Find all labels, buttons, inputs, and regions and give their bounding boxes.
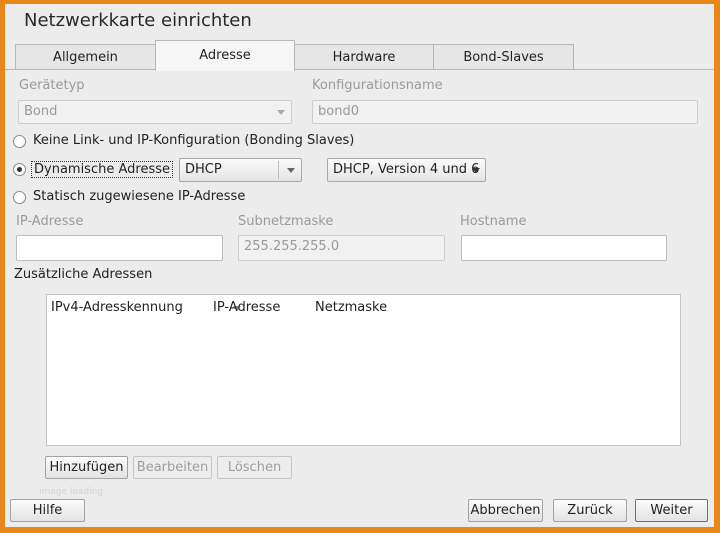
dynamic-method-value: DHCP [185,162,222,177]
dialog-window: Netzwerkkarte einrichten Allgemein Adres… [5,4,714,527]
dynamic-method-select[interactable]: DHCP [179,158,302,182]
ip-address-field[interactable] [16,235,223,261]
tab-allgemein[interactable]: Allgemein [15,44,156,70]
device-type-select: Bond [18,100,292,124]
radio-dynamic-address-label[interactable]: Dynamische Adresse [31,161,173,178]
hostname-label: Hostname [460,214,527,229]
tab-bar: Allgemein Adresse Hardware Bond-Slaves [10,40,710,71]
edit-button: Bearbeiten [133,456,212,479]
dialog-title: Netzwerkkarte einrichten [24,10,252,31]
tab-adresse[interactable]: Adresse [155,40,295,71]
next-button[interactable]: Weiter [635,499,708,522]
faint-caption: image loading [39,487,104,497]
chevron-down-icon [472,168,480,173]
ip-address-label: IP-Adresse [16,214,84,229]
radio-no-link-config[interactable] [13,135,26,148]
chevron-down-icon [277,110,285,115]
combo-separator [278,161,279,179]
config-name-label: Konfigurationsname [312,78,443,93]
device-type-label: Gerätetyp [19,78,85,93]
radio-dynamic-address[interactable] [13,163,26,176]
cancel-button[interactable]: Abbrechen [468,499,543,522]
radio-static-address[interactable] [13,191,26,204]
config-name-field: bond0 [312,100,698,124]
device-type-value: Bond [24,104,58,119]
add-button[interactable]: Hinzufügen [45,456,128,479]
dhcp-version-value: DHCP, Version 4 und 6 [333,162,480,177]
netmask-field: 255.255.255.0 [238,235,445,261]
additional-addresses-title: Zusätzliche Adressen [14,267,153,282]
additional-addresses-table[interactable]: IPv4-Adresskennung IP-Adresse Netzmaske [46,294,681,446]
column-header-ip-address[interactable]: IP-Adresse [213,300,280,315]
radio-static-address-label[interactable]: Statisch zugewiesene IP-Adresse [33,189,245,204]
column-header-netmask[interactable]: Netzmaske [315,300,387,315]
netmask-label: Subnetzmaske [238,214,334,229]
tab-hardware[interactable]: Hardware [294,44,434,70]
delete-button: Löschen [217,456,292,479]
back-button[interactable]: Zurück [553,499,627,522]
column-header-ipv4-alias[interactable]: IPv4-Adresskennung [51,300,183,315]
tab-bond-slaves[interactable]: Bond-Slaves [433,44,574,70]
dhcp-version-select[interactable]: DHCP, Version 4 und 6 [327,158,486,182]
help-button[interactable]: Hilfe [10,499,85,522]
chevron-down-icon [287,168,295,173]
hostname-field[interactable] [461,235,667,261]
radio-no-link-config-label[interactable]: Keine Link- und IP-Konfiguration (Bondin… [33,133,354,148]
tab-divider [5,69,714,70]
